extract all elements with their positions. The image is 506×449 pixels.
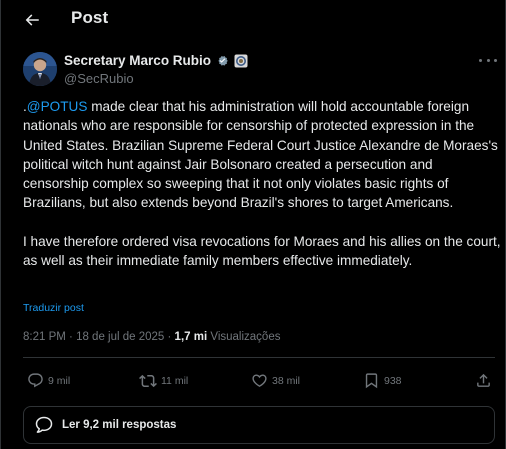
government-affiliation-icon[interactable]	[234, 54, 248, 68]
more-horizontal-icon	[479, 58, 482, 62]
post-meta: 8:21 PM · 18 de jul de 2025 · 1,7 mi Vis…	[23, 331, 280, 343]
arrow-left-icon	[25, 14, 39, 26]
like-button[interactable]: 38 mil	[251, 372, 300, 389]
page-title: Post	[71, 8, 109, 27]
reply-count: 9 mil	[48, 374, 71, 387]
mention-link[interactable]: @POTUS	[27, 99, 88, 114]
post-paragraph-2: I have therefore ordered visa revocation…	[23, 234, 501, 269]
repost-count: 11 mil	[161, 375, 189, 387]
avatar-image	[23, 52, 57, 86]
repost-button[interactable]: 11 mil	[139, 372, 188, 390]
post-date[interactable]: 18 de jul de 2025	[76, 331, 164, 343]
share-icon	[477, 373, 490, 387]
author-name-row: Secretary Marco Rubio	[64, 53, 248, 68]
author-name[interactable]: Secretary Marco Rubio	[64, 53, 211, 68]
bookmark-button[interactable]: 938	[363, 372, 402, 389]
read-replies-label: Ler 9,2 mil respostas	[62, 419, 177, 431]
repost-icon	[139, 374, 157, 388]
meta-separator: ·	[65, 331, 77, 343]
avatar[interactable]	[23, 52, 57, 86]
heart-icon	[252, 374, 267, 387]
like-count: 38 mil	[272, 374, 301, 387]
post-paragraph-1-text: made clear that his administration will …	[23, 99, 498, 211]
reply-icon	[28, 373, 43, 388]
post-text: .@POTUS made clear that his administrati…	[23, 97, 501, 271]
author-handle[interactable]: @SecRubio	[64, 71, 134, 86]
read-replies-button[interactable]: Ler 9,2 mil respostas	[23, 406, 495, 444]
reply-button[interactable]: 9 mil	[27, 372, 70, 389]
post-paragraph-1: .@POTUS made clear that his administrati…	[23, 97, 501, 213]
views-label: Visualizações	[210, 331, 281, 343]
bookmark-icon	[365, 373, 378, 389]
page-header: Post	[1, 0, 505, 38]
post-time[interactable]: 8:21 PM	[23, 331, 66, 343]
back-button[interactable]	[21, 9, 43, 31]
more-dot	[494, 58, 497, 62]
post-page: Post Secretary Marco Rubio @SecRubio .@P…	[0, 0, 506, 449]
views-count: 1,7 mi	[174, 331, 208, 343]
speech-bubble-icon	[34, 415, 54, 435]
meta-separator: ·	[164, 331, 175, 343]
more-options-button[interactable]	[479, 55, 497, 65]
share-button[interactable]	[475, 372, 492, 389]
translate-post-link[interactable]: Traduzir post	[23, 302, 84, 314]
bookmark-count: 938	[384, 374, 402, 387]
more-dot	[486, 58, 490, 62]
divider	[23, 357, 495, 358]
verified-badge-icon[interactable]	[215, 53, 230, 68]
